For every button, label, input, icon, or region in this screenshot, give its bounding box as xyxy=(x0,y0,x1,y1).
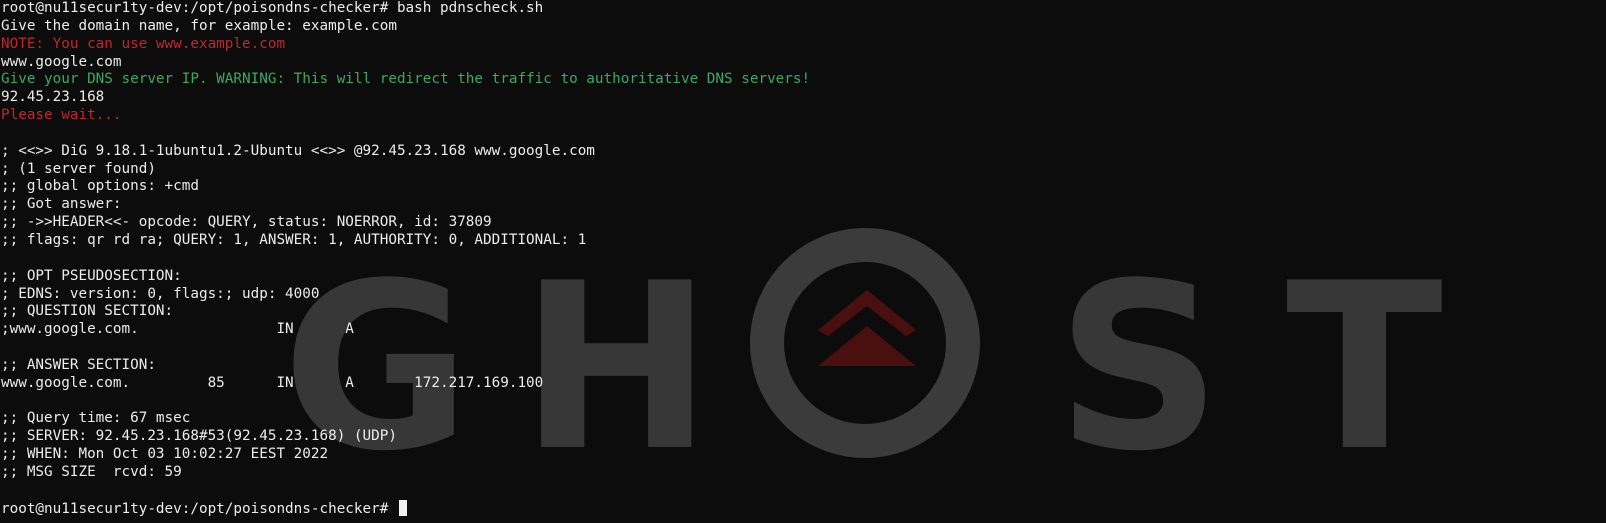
terminal-line: 92.45.23.168 xyxy=(1,89,810,107)
terminal-line: ; <<>> DiG 9.18.1-1ubuntu1.2-Ubuntu <<>>… xyxy=(1,143,810,161)
terminal-line: Give the domain name, for example: examp… xyxy=(1,18,810,36)
terminal-line-text: ;; WHEN: Mon Oct 03 10:02:27 EEST 2022 xyxy=(1,446,329,463)
terminal-line-text: ;; Query time: 67 msec xyxy=(1,410,191,427)
terminal-line: www.google.com xyxy=(1,54,810,72)
terminal-line: ;; flags: qr rd ra; QUERY: 1, ANSWER: 1,… xyxy=(1,232,810,250)
terminal-line: ;; Query time: 67 msec xyxy=(1,410,810,428)
terminal-line: ; EDNS: version: 0, flags:; udp: 4000 xyxy=(1,286,810,304)
terminal-line-text: ;www.google.com. IN A xyxy=(1,321,354,338)
terminal-line-text: ;; QUESTION SECTION: xyxy=(1,303,174,320)
terminal-line-text: www.google.com. 85 IN A 172.217.169.100 xyxy=(1,374,544,391)
terminal-line: www.google.com. 85 IN A 172.217.169.100 xyxy=(1,375,810,393)
terminal-line-text: Give the domain name, for example: examp… xyxy=(1,17,397,34)
terminal-line: ; (1 server found) xyxy=(1,161,810,179)
terminal-line-text: ;; SERVER: 92.45.23.168#53(92.45.23.168)… xyxy=(1,428,397,445)
terminal-line: Please wait... xyxy=(1,107,810,125)
terminal-line: ;; Got answer: xyxy=(1,196,810,214)
terminal-line: ;; WHEN: Mon Oct 03 10:02:27 EEST 2022 xyxy=(1,446,810,464)
wallpaper-letter-t: T xyxy=(1286,235,1443,502)
terminal-line-text: ;; ANSWER SECTION: xyxy=(1,356,156,373)
terminal-line-text: ;; global options: +cmd xyxy=(1,178,199,195)
terminal-line-text: ; (1 server found) xyxy=(1,160,156,177)
terminal-output: root@nu11secur1ty-dev:/opt/poisondns-che… xyxy=(1,0,810,517)
terminal-line: ;www.google.com. IN A xyxy=(1,321,810,339)
wallpaper-letter-s: S xyxy=(1056,235,1222,502)
terminal-line: ;; MSG SIZE rcvd: 59 xyxy=(1,464,810,482)
terminal-line: root@nu11secur1ty-dev:/opt/poisondns-che… xyxy=(1,0,810,18)
terminal-line-text: www.google.com xyxy=(1,53,122,70)
terminal-line-text: root@nu11secur1ty-dev:/opt/poisondns-che… xyxy=(1,0,544,16)
text-cursor[interactable] xyxy=(398,499,407,516)
terminal-line: ;; SERVER: 92.45.23.168#53(92.45.23.168)… xyxy=(1,428,810,446)
terminal-line: ;; QUESTION SECTION: xyxy=(1,303,810,321)
terminal-line-text: ;; MSG SIZE rcvd: 59 xyxy=(1,463,182,480)
terminal-line-text: 92.45.23.168 xyxy=(1,89,105,106)
terminal-line-text: Give your DNS server IP. WARNING: This w… xyxy=(1,71,811,88)
terminal-line-text: ; <<>> DiG 9.18.1-1ubuntu1.2-Ubuntu <<>>… xyxy=(1,142,595,159)
terminal-line-text: root@nu11secur1ty-dev:/opt/poisondns-che… xyxy=(1,500,397,517)
terminal-line: ;; global options: +cmd xyxy=(1,178,810,196)
terminal-line: NOTE: You can use www.example.com xyxy=(1,36,810,54)
terminal-line: ;; ->>HEADER<<- opcode: QUERY, status: N… xyxy=(1,214,810,232)
terminal-line-text: ;; Got answer: xyxy=(1,196,122,213)
wallpaper-emblem-icon xyxy=(818,290,916,366)
terminal-line: Give your DNS server IP. WARNING: This w… xyxy=(1,71,810,89)
terminal-line: ;; OPT PSEUDOSECTION: xyxy=(1,268,810,286)
terminal-line-text: ;; OPT PSEUDOSECTION: xyxy=(1,267,182,284)
terminal-line-text: NOTE: You can use www.example.com xyxy=(1,35,286,52)
terminal-line-text: Please wait... xyxy=(1,107,122,124)
terminal-window[interactable]: G H S T root@nu11secur1ty-dev:/opt/poiso… xyxy=(0,0,1606,523)
terminal-line-text: ;; flags: qr rd ra; QUERY: 1, ANSWER: 1,… xyxy=(1,231,587,248)
prompt-line: root@nu11secur1ty-dev:/opt/poisondns-che… xyxy=(1,499,810,518)
terminal-line: ;; ANSWER SECTION: xyxy=(1,357,810,375)
terminal-line-text: ; EDNS: version: 0, flags:; udp: 4000 xyxy=(1,285,320,302)
terminal-line-text: ;; ->>HEADER<<- opcode: QUERY, status: N… xyxy=(1,214,492,231)
